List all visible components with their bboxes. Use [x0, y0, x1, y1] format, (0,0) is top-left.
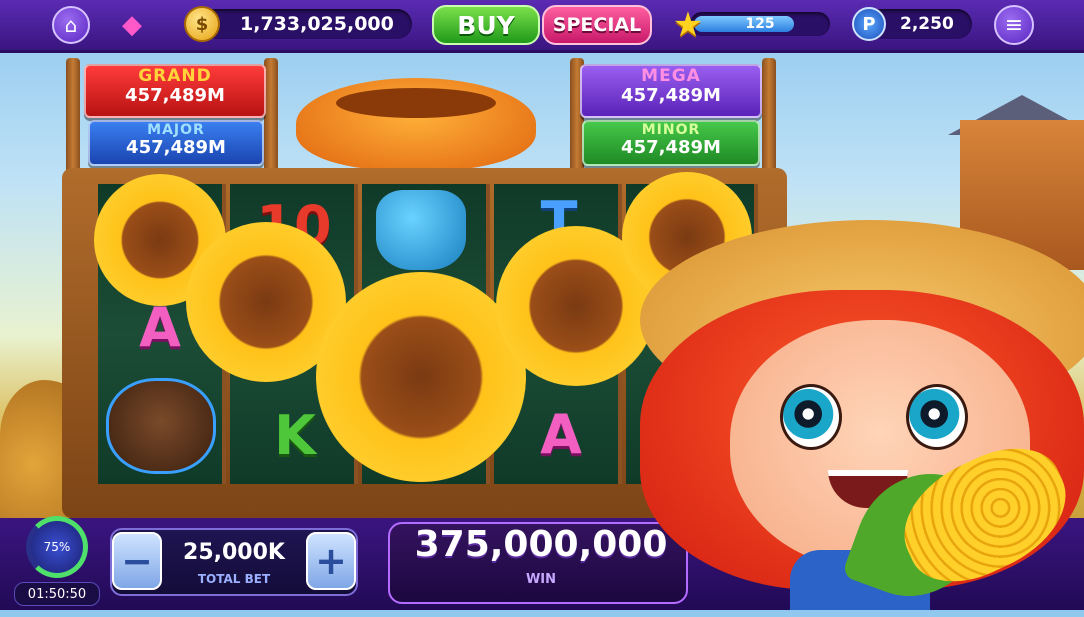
jackpot-major: MAJOR 457,489M [88, 120, 264, 166]
jackpot-minor: MINOR 457,489M [582, 120, 760, 166]
jackpot-mega-label: MEGA [641, 66, 701, 86]
win-value: 375,000,000 [414, 524, 668, 565]
jackpot-minor-label: MINOR [641, 122, 701, 138]
level-progress-ring: 75% [26, 516, 88, 578]
sign-post-right-b [762, 58, 776, 178]
watering-can-icon [376, 190, 466, 270]
coin-balance: 1,733,025,000 [240, 13, 394, 35]
menu-icon[interactable]: ≡ [994, 5, 1034, 45]
symbol-a-right: A [540, 402, 582, 466]
points-icon: P [852, 7, 886, 41]
level-value: 125 [745, 16, 775, 32]
special-button[interactable]: SPECIAL [542, 5, 652, 45]
jackpot-grand-value: 457,489M [125, 85, 225, 106]
increase-bet-button[interactable]: + [306, 532, 356, 590]
bonus-timer: 01:50:50 [14, 582, 100, 606]
home-icon[interactable]: ⌂ [52, 6, 90, 44]
dog-icon [106, 378, 216, 474]
jackpot-major-label: MAJOR [147, 122, 205, 138]
sign-post-left-a [66, 58, 80, 178]
star-icon: ★ [672, 5, 704, 45]
level-progress-fill [694, 16, 794, 32]
jackpot-major-value: 457,489M [126, 137, 226, 158]
level-progress-percent: 75% [43, 540, 71, 554]
jackpot-grand-label: GRAND [138, 66, 212, 86]
coin-balance-pill: 1,733,025,000 [190, 9, 412, 39]
buy-button[interactable]: BUY [432, 5, 540, 45]
sign-post-left-b [264, 58, 278, 178]
points-value: 2,250 [900, 14, 954, 34]
gem-badge-icon[interactable]: ◆ [112, 4, 152, 46]
level-progress-bar: 125 [690, 12, 830, 36]
character-eye-right [906, 384, 968, 450]
pumpkin-icon [296, 78, 536, 170]
decrease-bet-button[interactable]: − [112, 532, 162, 590]
jackpot-minor-value: 457,489M [621, 137, 721, 158]
win-label: WIN [525, 572, 557, 587]
jackpot-grand: GRAND 457,489M [84, 64, 266, 118]
jackpot-mega-value: 457,489M [621, 85, 721, 106]
coin-icon: $ [184, 6, 220, 42]
character-eye-left [780, 384, 842, 450]
jackpot-mega: MEGA 457,489M [580, 64, 762, 118]
bet-label: TOTAL BET [197, 572, 271, 586]
bet-value: 25,000K [183, 540, 285, 565]
sunflower-icon [316, 272, 526, 482]
pumpkin-opening [336, 88, 496, 118]
